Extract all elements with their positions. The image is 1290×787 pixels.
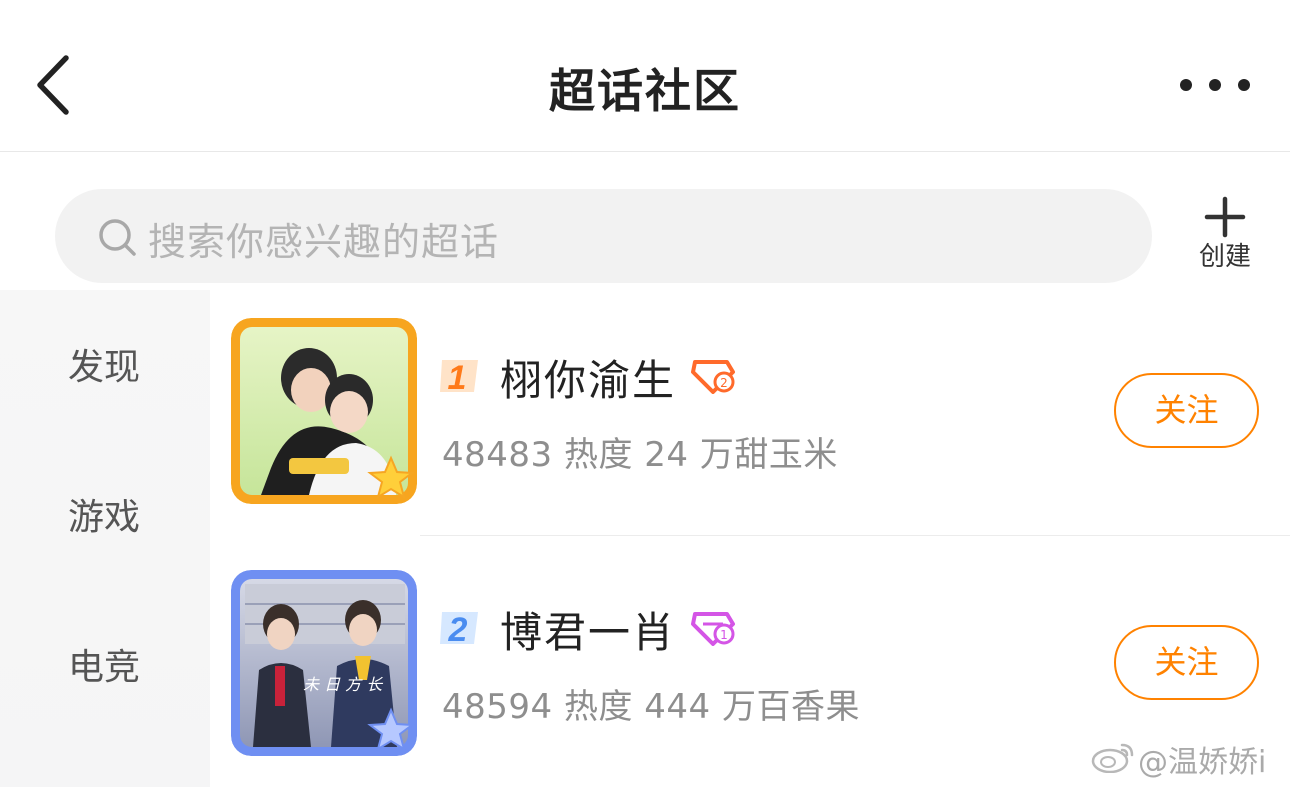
sidebar-item-label: 游戏 — [67, 497, 140, 538]
topic-name[interactable]: 栩你渝生 — [500, 347, 676, 408]
sidebar-item-games[interactable]: 游戏 — [0, 488, 210, 540]
sidebar-item-discover[interactable]: 发现 — [0, 338, 210, 390]
weibo-logo-icon — [1091, 743, 1134, 773]
search-input[interactable]: 搜索你感兴趣的超话 — [55, 189, 1152, 283]
more-dots-icon — [1180, 79, 1250, 91]
more-button[interactable] — [1176, 70, 1254, 100]
svg-text:1: 1 — [720, 628, 728, 642]
topic-cover-image[interactable] — [231, 318, 417, 504]
svg-text:2: 2 — [720, 376, 728, 390]
row-divider — [420, 535, 1290, 536]
rank-number-icon: 1 — [440, 359, 478, 397]
watermark-text: @温娇娇i — [1138, 745, 1267, 780]
svg-text:1: 1 — [448, 359, 467, 397]
topic-row[interactable]: 1 栩你渝生 2 48483 热度 24 万甜玉米 关注 — [210, 290, 1290, 542]
page-title: 超话社区 — [549, 64, 741, 118]
rank-number-icon: 2 — [440, 611, 478, 649]
topic-list: 1 栩你渝生 2 48483 热度 24 万甜玉米 关注 未 日 方 长 2 博… — [210, 290, 1290, 787]
sidebar-item-label: 电竞 — [67, 647, 140, 688]
search-icon — [99, 219, 136, 256]
follow-button[interactable]: 关注 — [1114, 625, 1259, 700]
plus-icon — [1204, 196, 1246, 238]
topic-stats: 48483 热度 24 万甜玉米 — [442, 435, 838, 475]
create-label: 创建 — [1198, 242, 1251, 272]
top-nav-bar: 超话社区 — [0, 0, 1290, 152]
follow-button[interactable]: 关注 — [1114, 373, 1259, 448]
search-placeholder: 搜索你感兴趣的超话 — [148, 220, 500, 264]
topic-name[interactable]: 博君一肖 — [500, 599, 676, 660]
category-sidebar: 发现 游戏 电竞 — [0, 290, 210, 787]
svg-text:未 日 方 长: 未 日 方 长 — [303, 675, 383, 694]
gem-badge-icon: 2 — [691, 360, 735, 394]
sidebar-item-label: 发现 — [67, 347, 140, 388]
gem-badge-icon: 1 — [691, 612, 735, 646]
topic-cover-image[interactable]: 未 日 方 长 — [231, 570, 417, 756]
sidebar-item-esports[interactable]: 电竞 — [0, 638, 210, 690]
svg-text:2: 2 — [448, 611, 468, 649]
topic-stats: 48594 热度 444 万百香果 — [442, 687, 860, 727]
create-button[interactable]: 创建 — [1192, 196, 1258, 276]
